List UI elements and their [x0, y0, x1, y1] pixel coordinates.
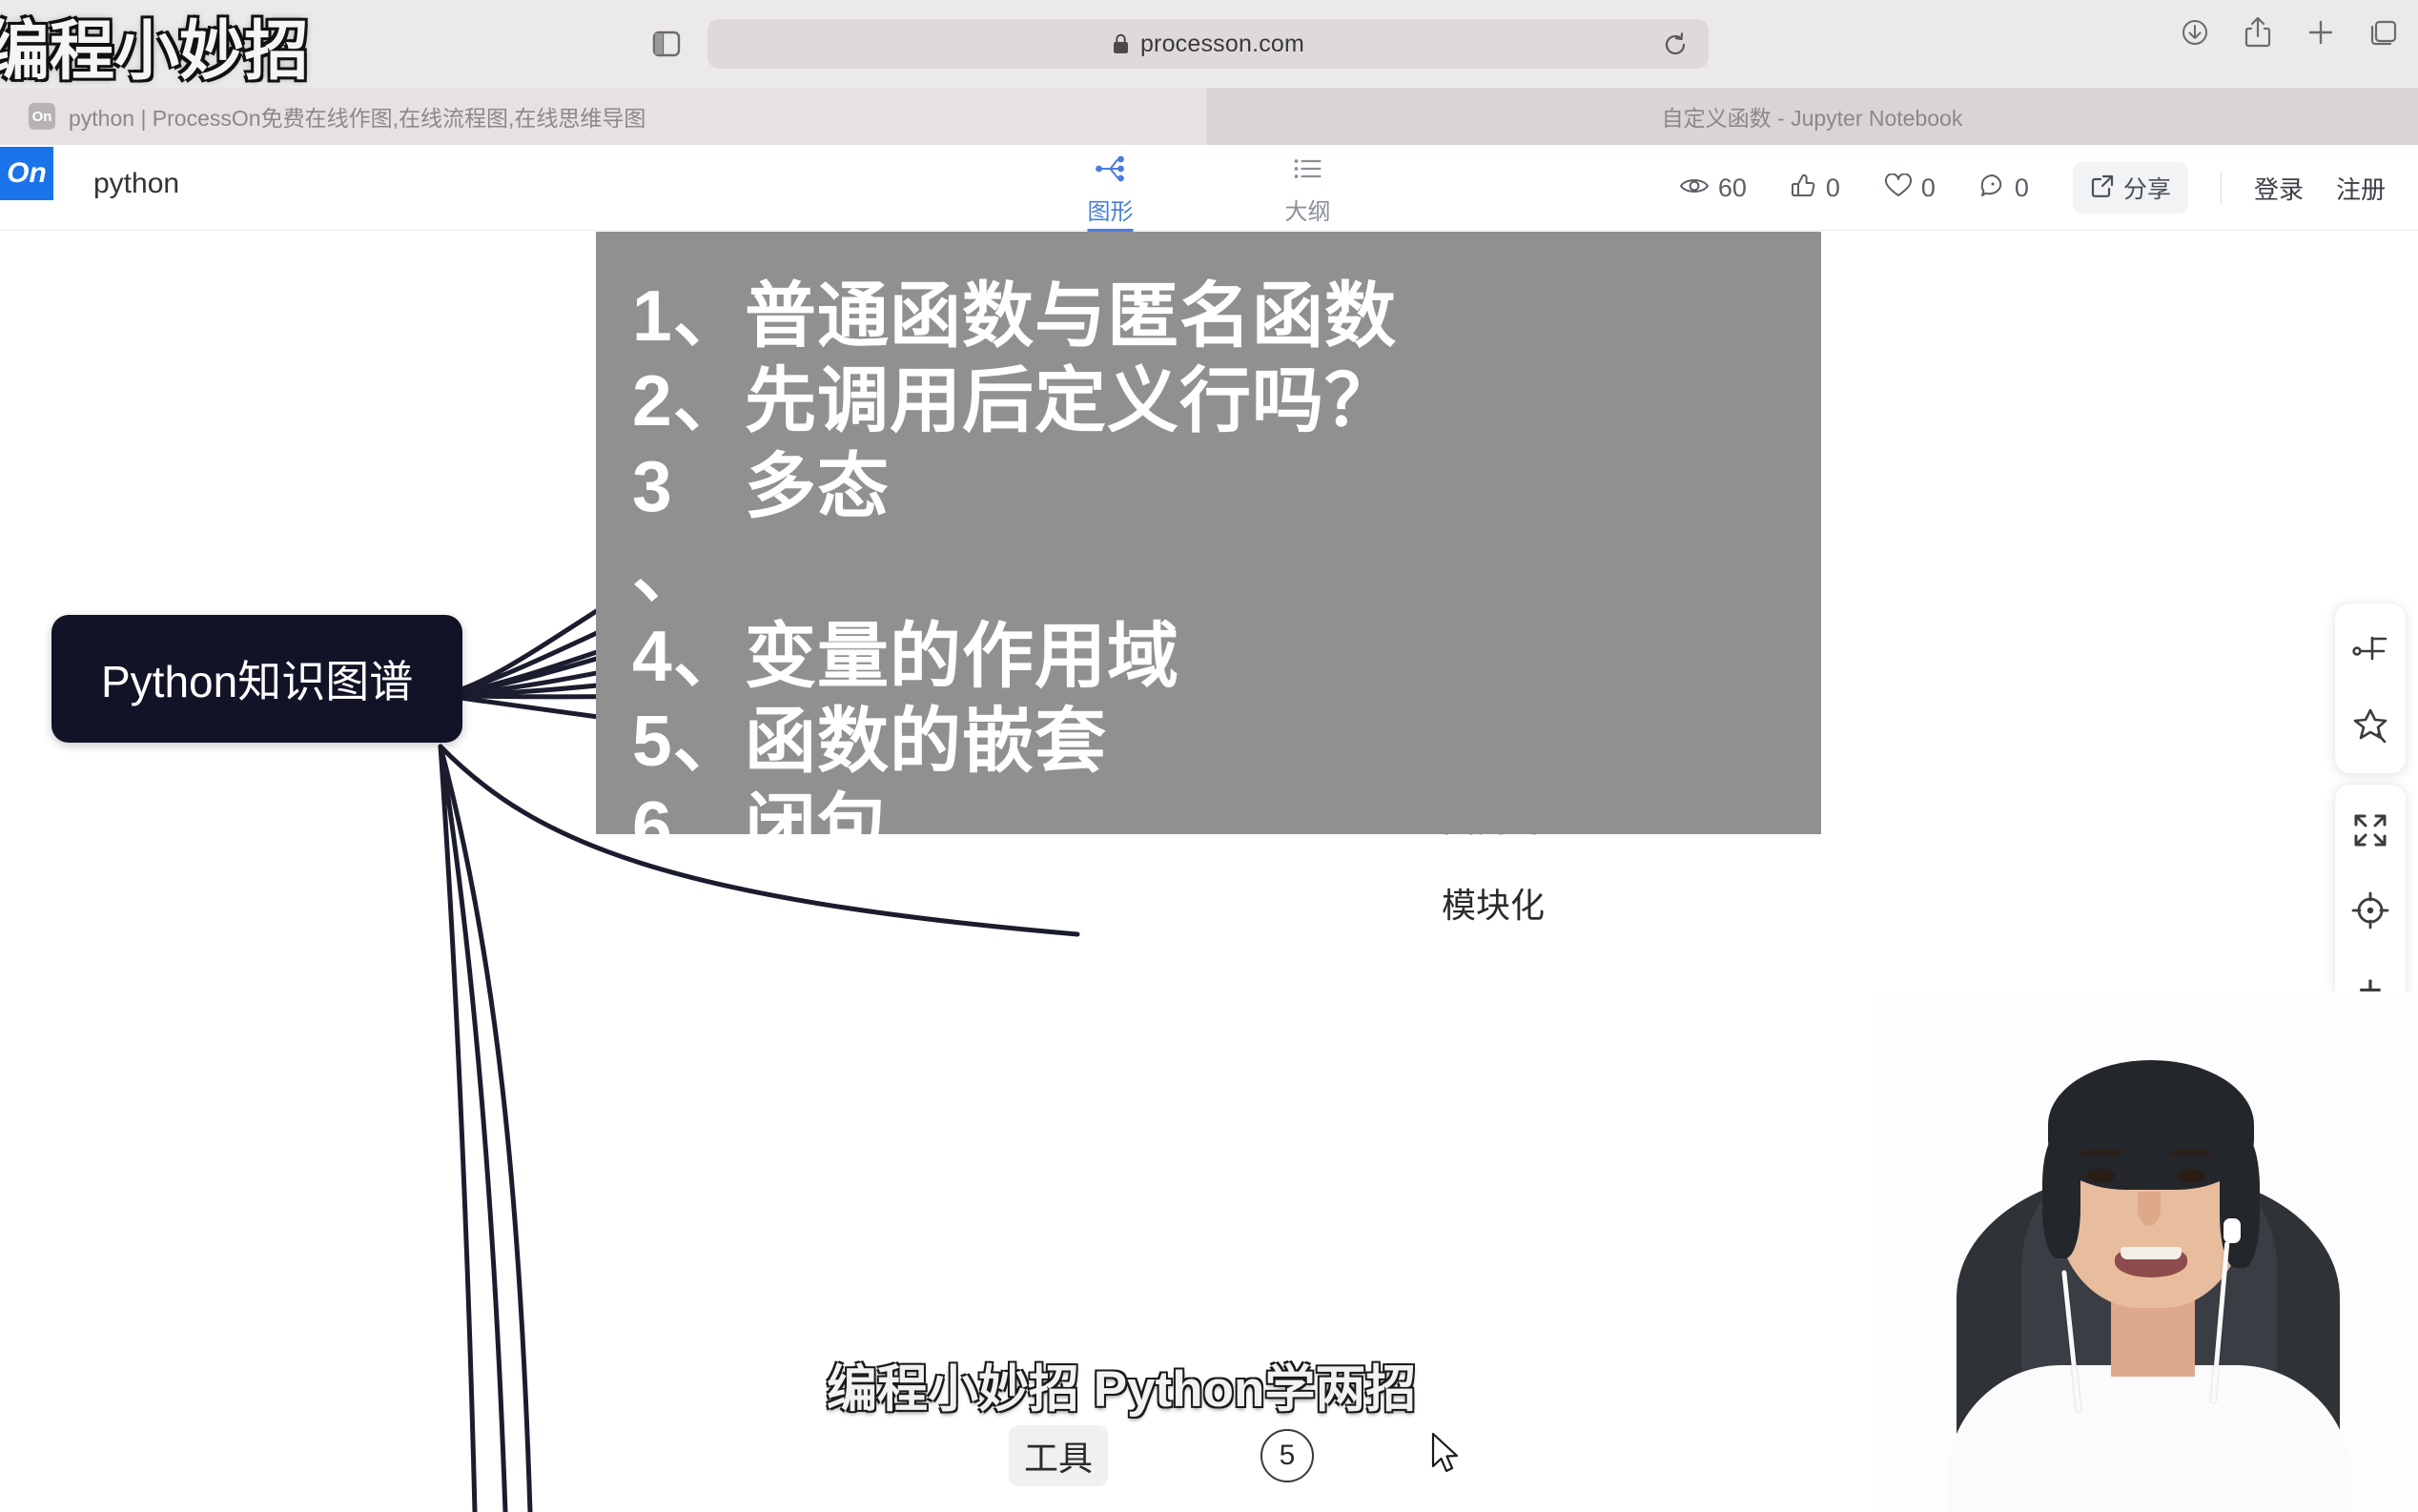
webcam-overlay — [1878, 991, 2418, 1512]
tab-favicon: On — [29, 103, 55, 130]
mindmap-node-7[interactable]: 模块化 — [1442, 878, 1545, 928]
topic-item: 1、 普通函数与匿名函数 — [632, 274, 1397, 358]
favorite-count[interactable]: 0 — [1884, 173, 1936, 203]
mindmap-badge-8: 5 — [1260, 1429, 1314, 1482]
tab-strip: On python | ProcessOn免费在线作图,在线流程图,在线思维导图… — [0, 88, 2418, 145]
earbud — [2223, 1218, 2241, 1243]
topic-overlay-panel: 1、 普通函数与匿名函数 2、 先调用后定义行吗？ 3 、 多态 4、 变量的作… — [596, 232, 1821, 951]
view-count: 60 — [1679, 174, 1747, 203]
external-link-icon — [2090, 174, 2115, 203]
eyebrow-left — [2080, 1150, 2122, 1156]
structure-icon[interactable] — [2347, 624, 2393, 670]
document-title[interactable]: python — [93, 168, 179, 200]
topic-item: 4、 变量的作用域 — [632, 614, 1397, 699]
fullscreen-icon[interactable] — [2347, 807, 2393, 853]
like-count-value: 0 — [1825, 173, 1840, 202]
eyebrow-right — [2170, 1150, 2212, 1156]
topic-text: 变量的作用域 — [745, 616, 1180, 696]
mindmap-root-node[interactable]: Python知识图谱 — [51, 615, 463, 743]
browser-toolbar: processon.com — [0, 0, 2418, 88]
register-button[interactable]: 注册 — [2336, 171, 2386, 206]
comment-count[interactable]: 0 — [1979, 173, 2029, 204]
mindmap-icon — [1095, 154, 1127, 188]
eye-right — [2176, 1169, 2204, 1183]
outline-icon — [1293, 154, 1323, 188]
tab-outline-label: 大纲 — [1284, 199, 1331, 225]
topic-text: 先调用后定义行吗？ — [745, 360, 1398, 441]
heart-icon — [1884, 173, 1913, 203]
tab-title: 自定义函数 - Jupyter Notebook — [1661, 106, 1963, 131]
topic-number: 3 、 — [632, 445, 706, 611]
neck — [2111, 1297, 2195, 1377]
eye-icon — [1679, 174, 1710, 202]
share-icon[interactable] — [2241, 13, 2275, 51]
browser-tab-1[interactable]: On python | ProcessOn免费在线作图,在线流程图,在线思维导图 — [0, 88, 1207, 145]
mindmap-node-8[interactable]: 工具 — [1009, 1425, 1109, 1486]
topic-number: 1、 — [632, 276, 746, 356]
topic-item: 5、 函数的嵌套 — [632, 699, 1397, 784]
topic-number: 6 、 — [632, 786, 706, 951]
topic-number: 4、 — [632, 616, 746, 696]
new-tab-icon[interactable] — [2304, 13, 2338, 51]
topic-item: 3 、 多态 — [632, 444, 1397, 615]
topic-number: 5、 — [632, 701, 746, 782]
processon-logo[interactable]: On — [0, 147, 53, 200]
download-icon[interactable] — [2178, 13, 2212, 51]
comment-count-value: 0 — [2014, 173, 2029, 202]
url-text: processon.com — [1139, 30, 1305, 57]
browser-tab-2[interactable]: 自定义函数 - Jupyter Notebook — [1207, 88, 2418, 145]
channel-title: 编程小妙招 — [0, 15, 310, 88]
app-header: On python 图形 大纲 60 0 0 0 分享 登录 注册 — [0, 145, 2418, 232]
tab-graph-label: 图形 — [1087, 199, 1134, 225]
topic-item: 2、 先调用后定义行吗？ — [632, 358, 1397, 443]
teeth — [2121, 1247, 2182, 1259]
view-count-value: 60 — [1717, 173, 1747, 202]
topic-text: 普通函数与匿名函数 — [745, 276, 1398, 356]
login-button[interactable]: 登录 — [2254, 171, 2304, 206]
nose — [2138, 1192, 2161, 1226]
browser-chrome: processon.com On python | ProcessOn免费在线作… — [0, 0, 2418, 145]
tab-overview-icon[interactable] — [2367, 13, 2401, 51]
tab-outline[interactable]: 大纲 — [1255, 145, 1362, 226]
lock-icon — [1112, 32, 1130, 55]
tab-title: python | ProcessOn免费在线作图,在线流程图,在线思维导图 — [69, 106, 646, 131]
center-target-icon[interactable] — [2347, 888, 2393, 933]
reload-icon[interactable] — [1661, 31, 1690, 59]
shirt — [1947, 1365, 2351, 1512]
hair — [2048, 1060, 2254, 1190]
share-button-label: 分享 — [2122, 176, 2171, 203]
topic-text: 函数的嵌套 — [745, 701, 1108, 782]
topic-text: 闭包 — [745, 786, 891, 867]
view-tabs: 图形 大纲 — [1057, 145, 1362, 232]
header-divider — [2220, 172, 2222, 204]
url-bar[interactable]: processon.com — [707, 19, 1709, 69]
topic-list: 1、 普通函数与匿名函数 2、 先调用后定义行吗？ 3 、 多态 4、 变量的作… — [632, 274, 1397, 954]
comment-icon — [1979, 173, 2006, 204]
tab-graph[interactable]: 图形 — [1057, 145, 1164, 232]
like-count[interactable]: 0 — [1791, 173, 1840, 204]
topic-text: 多态 — [745, 445, 891, 526]
eye-left — [2086, 1169, 2115, 1183]
favorite-count-value: 0 — [1920, 173, 1936, 202]
magic-wand-icon[interactable] — [2347, 703, 2393, 748]
mouse-cursor — [1430, 1432, 1463, 1482]
sidebar-toggle-icon[interactable] — [650, 25, 683, 63]
share-button[interactable]: 分享 — [2072, 162, 2188, 214]
video-subtitle: 编程小妙招 Python学两招 — [827, 1361, 1417, 1418]
header-actions: 60 0 0 0 分享 登录 注册 — [1679, 145, 2418, 231]
right-toolbar-tools — [2334, 603, 2407, 774]
browser-toolbar-right — [2178, 13, 2401, 51]
topic-number: 2、 — [632, 360, 746, 441]
topic-item: 6 、 闭包 — [632, 785, 1397, 955]
screen: processon.com On python | ProcessOn免费在线作… — [0, 0, 2418, 1512]
thumbs-up-icon — [1791, 173, 1817, 204]
